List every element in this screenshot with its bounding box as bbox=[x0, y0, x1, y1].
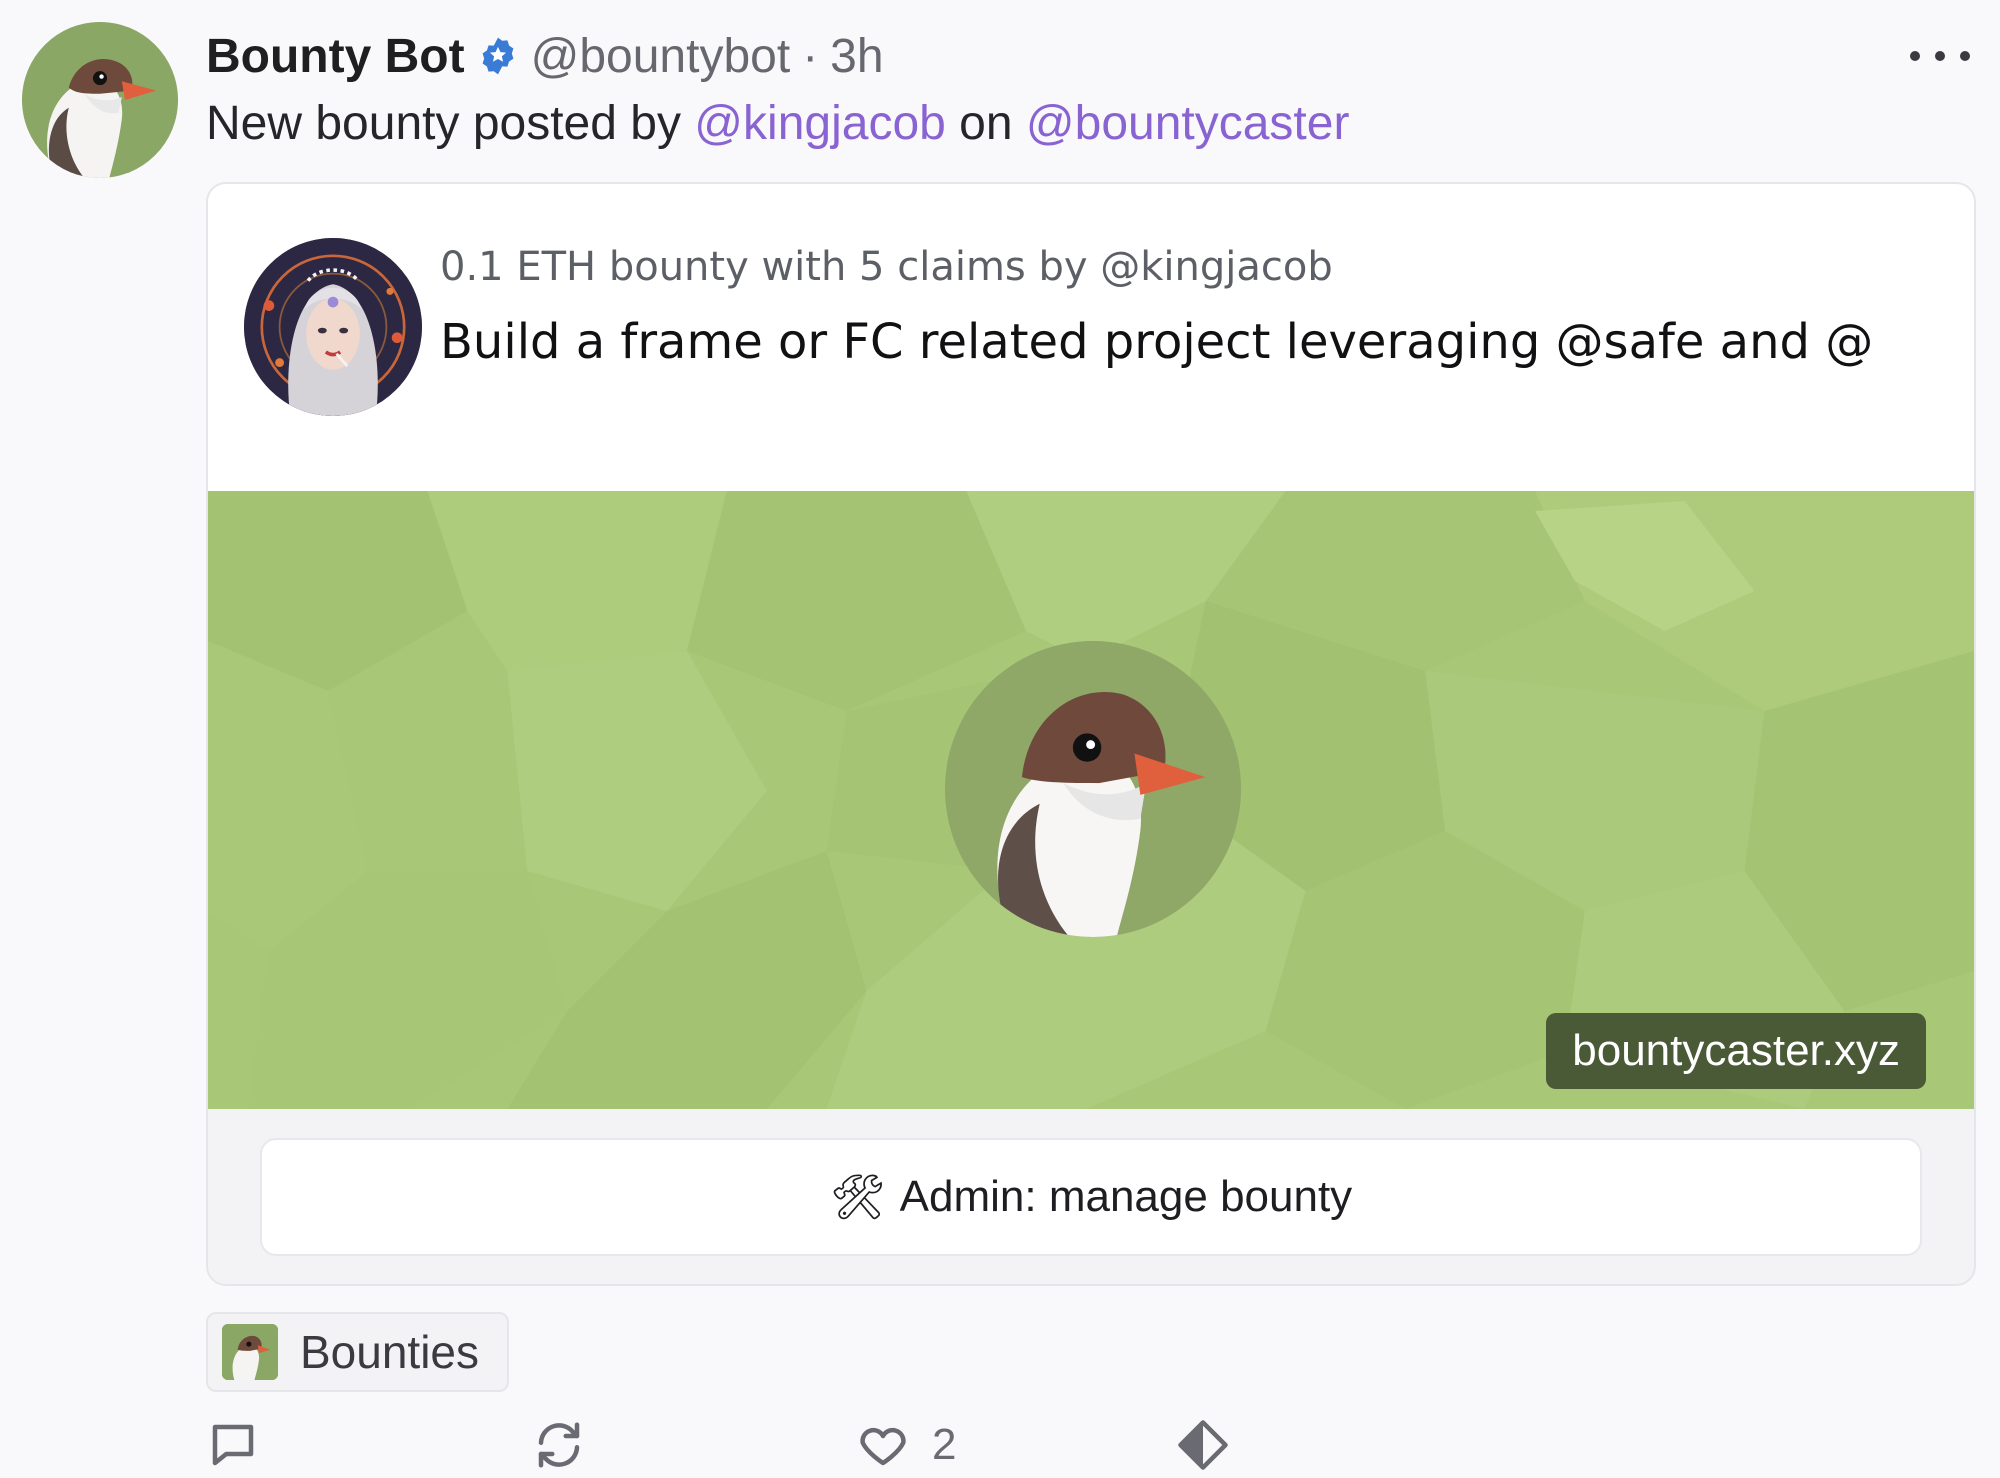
verified-badge-icon bbox=[477, 35, 519, 77]
heart-icon bbox=[860, 1427, 906, 1466]
bounty-meta: 0.1 ETH bounty with 5 claims by @kingjac… bbox=[440, 244, 1333, 290]
bounty-poster-avatar bbox=[244, 238, 422, 416]
cast[interactable]: Bounty Bot @bountybot · 3h New bounty po… bbox=[0, 0, 2000, 1478]
channel-label: Bounties bbox=[300, 1326, 480, 1378]
author-avatar[interactable] bbox=[22, 22, 178, 178]
frame-image[interactable]: bountycaster.xyz bbox=[208, 491, 1974, 1109]
frame-domain-badge[interactable]: bountycaster.xyz bbox=[1546, 1013, 1926, 1089]
mention-kingjacob[interactable]: @kingjacob bbox=[694, 97, 946, 150]
manage-bounty-label: Admin: manage bounty bbox=[899, 1172, 1353, 1221]
more-horizontal-icon[interactable] bbox=[1910, 44, 1970, 68]
author-display-name[interactable]: Bounty Bot bbox=[206, 29, 465, 84]
diamond-icon bbox=[1178, 1420, 1228, 1470]
recast-icon bbox=[538, 1422, 580, 1468]
cast-text-middle: on bbox=[945, 97, 1026, 150]
like-button[interactable]: 2 bbox=[856, 1410, 956, 1478]
cast-actions: 2 bbox=[206, 1410, 1406, 1478]
channel-tag-bounties[interactable]: Bounties bbox=[206, 1312, 510, 1392]
tip-button[interactable] bbox=[1176, 1410, 1230, 1478]
reply-button[interactable] bbox=[206, 1410, 260, 1478]
comment-icon bbox=[212, 1424, 254, 1466]
cast-text-prefix: New bounty posted by bbox=[206, 97, 695, 150]
like-count: 2 bbox=[932, 1420, 957, 1469]
manage-bounty-button[interactable]: 🛠 Admin: manage bounty bbox=[260, 1138, 1922, 1256]
frame-header: 0.1 ETH bounty with 5 claims by @kingjac… bbox=[208, 184, 1974, 491]
frame-embed[interactable]: 0.1 ETH bounty with 5 claims by @kingjac… bbox=[206, 182, 1976, 1286]
recast-button[interactable] bbox=[532, 1410, 586, 1478]
separator-dot: · bbox=[802, 29, 819, 83]
cast-text: New bounty posted by @kingjacob on @boun… bbox=[206, 96, 1349, 151]
channel-icon bbox=[222, 1324, 278, 1380]
bounty-title: Build a frame or FC related project leve… bbox=[440, 314, 1874, 370]
timestamp[interactable]: 3h bbox=[830, 29, 883, 84]
bountycaster-logo bbox=[945, 641, 1241, 937]
mention-bountycaster[interactable]: @bountycaster bbox=[1026, 97, 1350, 150]
tools-icon: 🛠 bbox=[829, 1173, 886, 1222]
author-handle[interactable]: @bountybot bbox=[531, 29, 791, 84]
cast-header: Bounty Bot @bountybot · 3h bbox=[206, 28, 884, 84]
